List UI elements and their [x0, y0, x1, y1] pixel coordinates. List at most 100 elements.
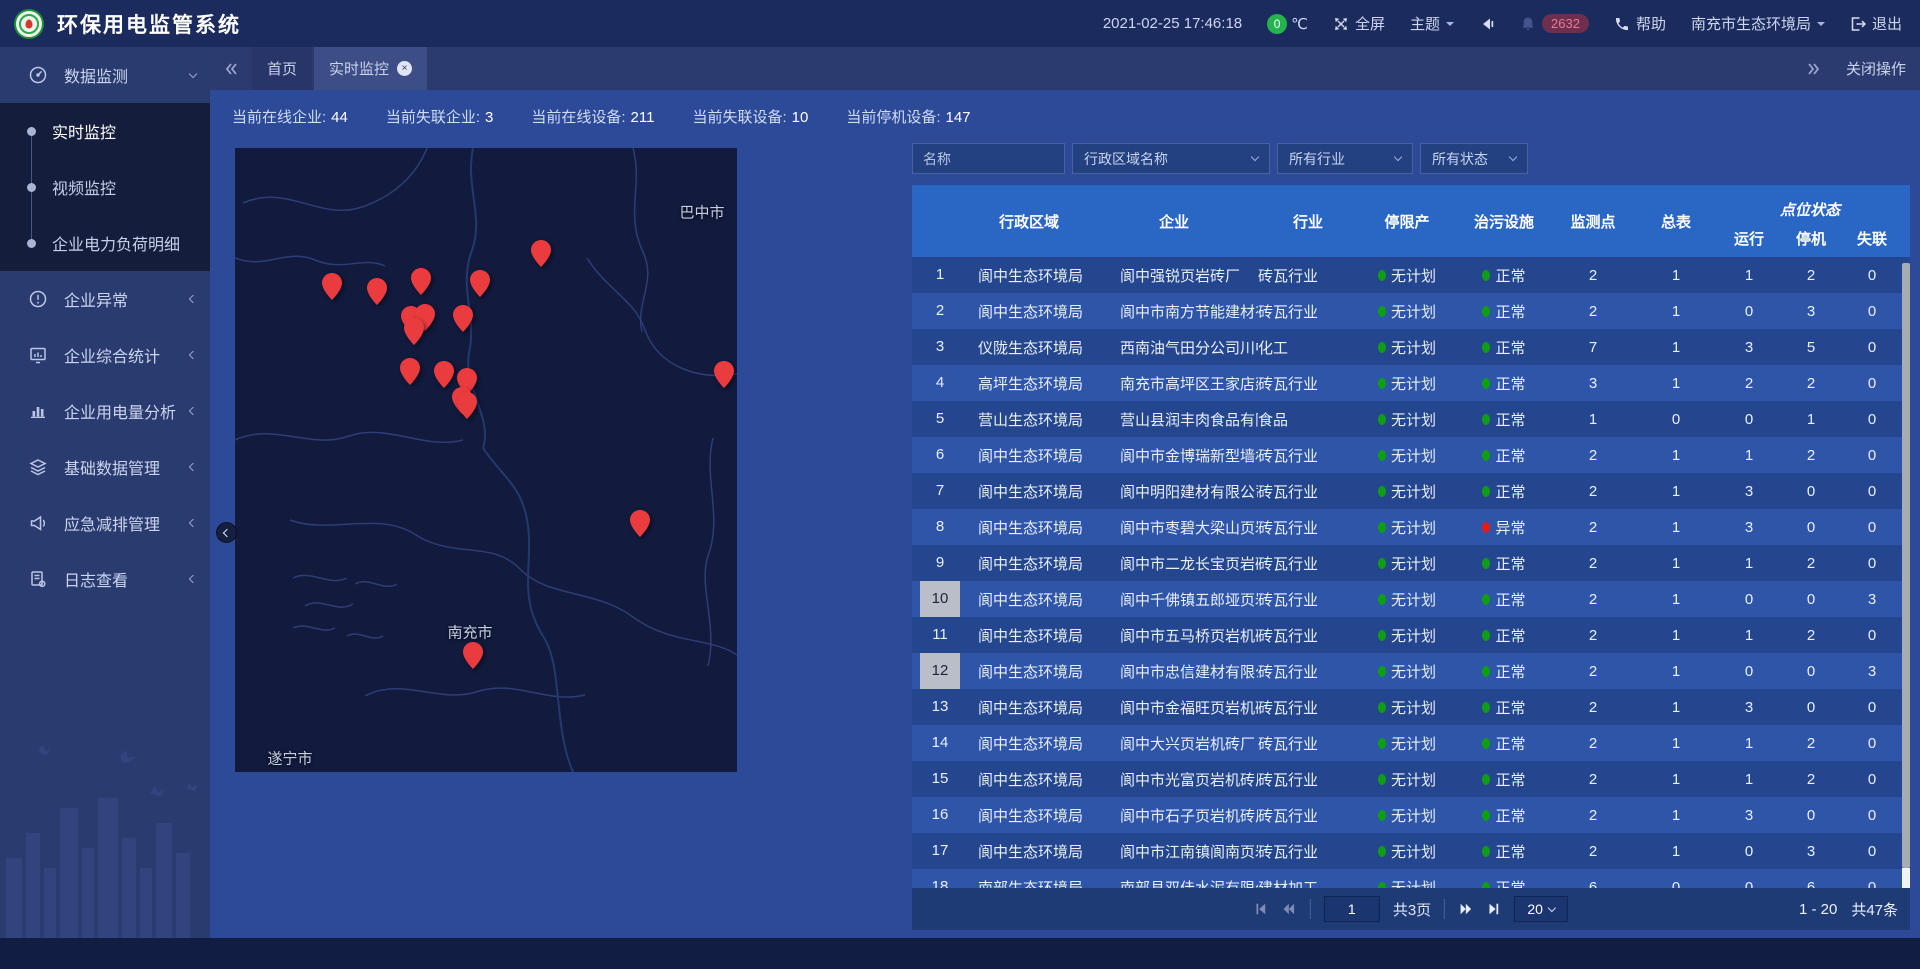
chevron-left-icon: [189, 463, 197, 471]
map-pin-icon[interactable]: [457, 392, 477, 419]
map-pin-icon[interactable]: [453, 305, 473, 332]
sidebar-item[interactable]: 应急减排管理: [0, 495, 210, 551]
status-filter-select[interactable]: 所有状态: [1420, 143, 1528, 174]
cell-limit-status: 无计划: [1358, 409, 1456, 430]
tab-home[interactable]: 首页: [252, 47, 312, 90]
cell-industry: 砖瓦行业: [1258, 625, 1358, 646]
cell-run-count: 1: [1718, 627, 1780, 644]
name-filter-input[interactable]: [912, 143, 1065, 174]
sidebar-item[interactable]: 企业用电量分析: [0, 383, 210, 439]
map-pin-icon[interactable]: [411, 268, 431, 295]
org-dropdown[interactable]: 南充市生态环境局: [1691, 13, 1825, 34]
table-row[interactable]: 6阆中生态环境局阆中市金博瑞新型墙材砖瓦行业无计划正常21120: [912, 437, 1910, 473]
cell-facility-status-label: 正常: [1495, 553, 1525, 574]
cell-company: 阆中市二龙长宝页岩砖: [1090, 553, 1258, 574]
sidebar-subitem[interactable]: 实时监控: [0, 103, 210, 159]
scrollbar-thumb[interactable]: [1902, 263, 1910, 868]
cell-company: 阆中市石子页岩机砖厂: [1090, 805, 1258, 826]
status-dot-icon: [1482, 414, 1490, 425]
table-row[interactable]: 9阆中生态环境局阆中市二龙长宝页岩砖砖瓦行业无计划正常21120: [912, 545, 1910, 581]
close-tab-icon[interactable]: ×: [397, 61, 412, 76]
table-row[interactable]: 10阆中生态环境局阆中千佛镇五郎垭页岩砖瓦行业无计划正常21003: [912, 581, 1910, 617]
table-row[interactable]: 11阆中生态环境局阆中市五马桥页岩机砖砖瓦行业无计划正常21120: [912, 617, 1910, 653]
table-row[interactable]: 5营山生态环境局营山县润丰肉食品有限食品无计划正常10010: [912, 401, 1910, 437]
map-pin-icon[interactable]: [322, 273, 342, 300]
cell-facility-status: 正常: [1456, 265, 1552, 286]
row-number-badge: 8: [920, 509, 960, 545]
cell-monitor-count: 2: [1552, 447, 1634, 464]
page-size-select[interactable]: 20: [1514, 896, 1568, 922]
table-row[interactable]: 3仪陇生态环境局西南油气田分公司川中化工无计划正常71350: [912, 329, 1910, 365]
first-page-button[interactable]: [1254, 902, 1268, 916]
table-row[interactable]: 2阆中生态环境局阆中市南方节能建材有砖瓦行业无计划正常21030: [912, 293, 1910, 329]
cell-region: 阆中生态环境局: [968, 445, 1090, 466]
table-row[interactable]: 1阆中生态环境局阆中强锐页岩砖厂砖瓦行业无计划正常21120: [912, 257, 1910, 293]
notifications[interactable]: 2632: [1520, 14, 1589, 33]
speaker-icon[interactable]: [1479, 16, 1495, 32]
stat-item: 当前在线企业:44: [232, 106, 348, 127]
tabs-scroll-right-icon[interactable]: [1806, 61, 1822, 77]
cell-region: 营山生态环境局: [968, 409, 1090, 430]
sidebar-item[interactable]: 企业综合统计: [0, 327, 210, 383]
sidebar-item[interactable]: 数据监测: [0, 47, 210, 103]
sidebar-item[interactable]: 企业异常: [0, 271, 210, 327]
table-row[interactable]: 12阆中生态环境局阆中市忠信建材有限公砖瓦行业无计划正常21003: [912, 653, 1910, 689]
status-dot-icon: [1482, 702, 1490, 713]
table-row[interactable]: 4高坪生态环境局南充市高坪区王家店建砖瓦行业无计划正常31220: [912, 365, 1910, 401]
map-pin-icon[interactable]: [470, 270, 490, 297]
table-row[interactable]: 13阆中生态环境局阆中市金福旺页岩机砖砖瓦行业无计划正常21300: [912, 689, 1910, 725]
next-page-button[interactable]: [1458, 902, 1474, 916]
table-row[interactable]: 8阆中生态环境局阆中市枣碧大梁山页岩砖瓦行业无计划异常21300: [912, 509, 1910, 545]
map-pin-icon[interactable]: [531, 240, 551, 267]
bell-icon: [1520, 16, 1536, 32]
table-row[interactable]: 7阆中生态环境局阆中明阳建材有限公司砖瓦行业无计划正常21300: [912, 473, 1910, 509]
status-dot-icon: [1482, 666, 1490, 677]
row-number-badge: 4: [920, 365, 960, 401]
table-row[interactable]: 18南部生态环境局南部县双佳水泥有限公建材加工无计划正常60060: [912, 869, 1910, 888]
sidebar-item-label: 企业异常: [64, 287, 190, 311]
sidebar-subitem[interactable]: 企业电力负荷明细: [0, 215, 210, 271]
map-pin-icon[interactable]: [714, 361, 734, 388]
cell-limit-status: 无计划: [1358, 661, 1456, 682]
table-row[interactable]: 17阆中生态环境局阆中市江南镇阆南页岩砖瓦行业无计划正常21030: [912, 833, 1910, 869]
row-number-badge: 9: [920, 545, 960, 581]
table-header: 行政区域 企业 行业 停限产 治污设施 监测点 总表 点位状态 运行 停机 失联: [912, 185, 1910, 257]
map-pin-icon[interactable]: [434, 361, 454, 388]
tabs-scroll-left-icon[interactable]: [210, 47, 252, 90]
sidebar-menu: 数据监测实时监控视频监控企业电力负荷明细企业异常企业综合统计企业用电量分析基础数…: [0, 47, 210, 607]
previous-page-button[interactable]: [1281, 902, 1297, 916]
map-city-label: 遂宁市: [267, 748, 312, 769]
map[interactable]: 巴中市南充市遂宁市: [235, 148, 737, 772]
cell-lost-count: 0: [1842, 735, 1902, 752]
sidebar-item[interactable]: 基础数据管理: [0, 439, 210, 495]
map-pin-icon[interactable]: [400, 358, 420, 385]
cell-row-number: 5: [912, 401, 968, 437]
tab-realtime-monitor[interactable]: 实时监控 ×: [314, 47, 427, 90]
chevron-left-icon: [189, 519, 197, 527]
stat-value: 147: [946, 109, 971, 126]
map-pin-icon[interactable]: [463, 642, 483, 669]
stat-label: 当前在线企业:: [232, 109, 326, 126]
sidebar-subitem[interactable]: 视频监控: [0, 159, 210, 215]
last-page-button[interactable]: [1487, 902, 1501, 916]
map-pin-icon[interactable]: [367, 278, 387, 305]
map-pin-icon[interactable]: [404, 318, 424, 345]
collapse-sidebar-button[interactable]: [216, 522, 237, 543]
table-scrollbar[interactable]: [1902, 263, 1910, 930]
table-row[interactable]: 16阆中生态环境局阆中市石子页岩机砖厂砖瓦行业无计划正常21300: [912, 797, 1910, 833]
logout-button[interactable]: 退出: [1850, 13, 1902, 34]
table-row[interactable]: 15阆中生态环境局阆中市光富页岩机砖厂砖瓦行业无计划正常21120: [912, 761, 1910, 797]
help-button[interactable]: 帮助: [1614, 13, 1666, 34]
close-operations-button[interactable]: 关闭操作: [1846, 58, 1906, 79]
fullscreen-button[interactable]: 全屏: [1333, 13, 1385, 34]
sidebar-item[interactable]: 日志查看: [0, 551, 210, 607]
region-filter-select[interactable]: 行政区域名称: [1072, 143, 1270, 174]
status-dot-icon: [1378, 774, 1386, 785]
chevron-down-icon: [1251, 153, 1259, 161]
industry-filter-select[interactable]: 所有行业: [1277, 143, 1413, 174]
col-header-no: [912, 185, 968, 257]
theme-dropdown[interactable]: 主题: [1410, 13, 1454, 34]
table-row[interactable]: 14阆中生态环境局阆中大兴页岩机砖厂砖瓦行业无计划正常21120: [912, 725, 1910, 761]
map-pin-icon[interactable]: [630, 510, 650, 537]
page-number-input[interactable]: [1324, 896, 1380, 922]
